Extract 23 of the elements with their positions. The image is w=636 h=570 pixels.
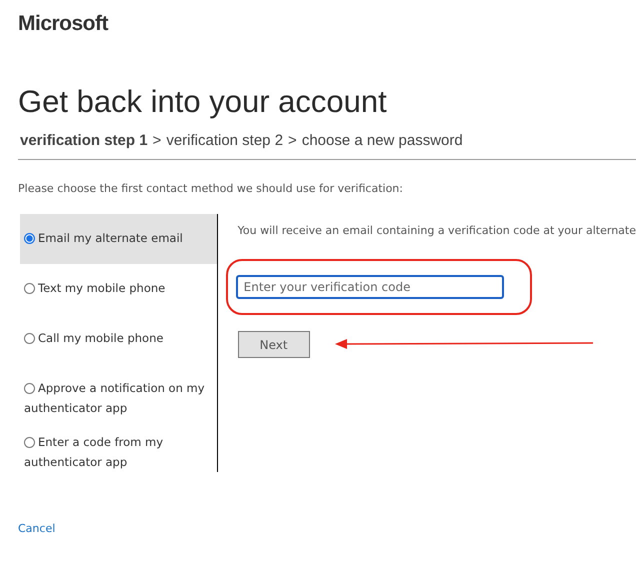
contact-method-option[interactable]: Approve a notification on my authenticator app — [20, 364, 217, 418]
contact-method-option[interactable]: Call my mobile phone — [20, 314, 217, 364]
radio-button[interactable] — [24, 333, 35, 344]
verification-code-input[interactable]: Enter your verification code — [236, 275, 504, 299]
breadcrumb-separator: > — [288, 132, 297, 149]
next-button[interactable]: Next — [238, 331, 310, 358]
breadcrumb-step: choose a new password — [302, 132, 463, 149]
pointer-arrow-icon — [334, 338, 593, 350]
radio-button[interactable] — [24, 283, 35, 294]
contact-method-option[interactable]: Email my alternate email — [20, 214, 217, 264]
breadcrumb-step: verification step 2 — [166, 132, 284, 149]
info-text: You will receive an email containing a verification code at your alternate — [238, 224, 636, 237]
cancel-link[interactable]: Cancel — [18, 522, 56, 535]
contact-method-option[interactable]: Enter a code from my authenticator app — [20, 418, 217, 472]
radio-button[interactable] — [24, 383, 35, 394]
breadcrumb-step: verification step 1 — [20, 132, 148, 149]
brand-logo: Microsoft — [18, 12, 108, 36]
instruction-text: Please choose the first contact method we should use for verification: — [18, 182, 403, 195]
breadcrumb-separator: > — [152, 132, 162, 149]
radio-button[interactable] — [24, 437, 35, 448]
radio-button[interactable] — [24, 233, 35, 244]
contact-method-option[interactable]: Text my mobile phone — [20, 264, 217, 314]
page-title: Get back into your account — [18, 84, 387, 120]
